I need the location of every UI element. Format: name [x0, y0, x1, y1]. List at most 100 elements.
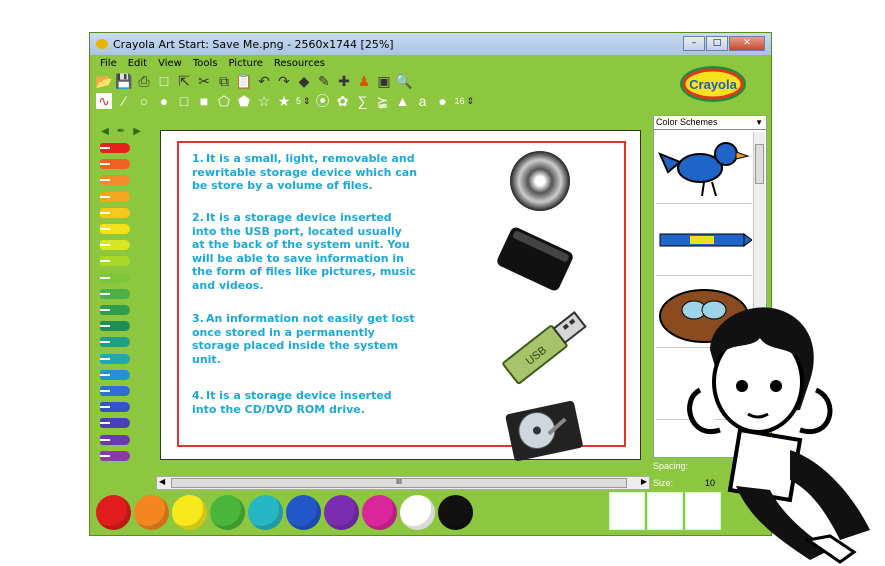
crayon-prev-icon[interactable]: ◀: [101, 126, 109, 137]
paint-color-swatch[interactable]: [172, 495, 207, 530]
select-icon[interactable]: ⇱: [176, 73, 192, 89]
undo-icon[interactable]: ↶: [256, 73, 272, 89]
crayon-swatch[interactable]: [100, 272, 130, 283]
line-icon[interactable]: ∕: [116, 93, 132, 109]
copy-icon[interactable]: ⧉: [216, 73, 232, 89]
crayon-swatch[interactable]: [100, 418, 130, 429]
crayon-swatch[interactable]: [100, 369, 130, 380]
filled-square-icon[interactable]: ■: [196, 93, 212, 109]
crayon-swatch[interactable]: [100, 288, 130, 299]
zigzag-filled-icon[interactable]: ⪶: [375, 93, 391, 109]
stamp-icon[interactable]: ♟: [356, 73, 372, 89]
color-schemes-dropdown[interactable]: Color Schemes ▼: [654, 116, 766, 130]
cut-icon[interactable]: ✂: [196, 73, 212, 89]
redo-icon[interactable]: ↷: [276, 73, 292, 89]
crayola-logo: Crayola: [680, 66, 746, 102]
brush-size-stepper[interactable]: 16 ⇕: [455, 96, 475, 107]
stamp-bluebird[interactable]: [656, 132, 752, 204]
blob-icon[interactable]: ✿: [335, 93, 351, 109]
filled-pentagon-icon[interactable]: ⬟: [236, 93, 252, 109]
brush-size-value: 16: [454, 96, 465, 106]
star-points-value: 5: [296, 96, 302, 106]
title-bar: Crayola Art Start: Save Me.png - 2560x17…: [90, 33, 771, 55]
crayon-swatch[interactable]: [100, 434, 130, 445]
paint-color-swatch[interactable]: [96, 495, 131, 530]
paste-icon[interactable]: 📋: [235, 73, 252, 89]
dropdown-value: Color Schemes: [656, 117, 718, 127]
paint-color-swatch[interactable]: [134, 495, 169, 530]
scroll-left-icon[interactable]: ◀: [159, 477, 165, 486]
paint-color-swatch[interactable]: [438, 495, 473, 530]
usb-flash-drive-image: USB: [502, 311, 587, 385]
crayon-next-icon[interactable]: ▶: [133, 126, 141, 137]
crop-icon[interactable]: ▣: [376, 73, 392, 89]
crosshair-icon[interactable]: ✚: [336, 73, 352, 89]
eraser-icon[interactable]: ◆: [296, 73, 312, 89]
brush-icon: ✒: [116, 125, 126, 137]
vscroll-thumb[interactable]: [755, 144, 764, 184]
paint-color-swatch[interactable]: [362, 495, 397, 530]
star-icon[interactable]: ☆: [256, 93, 272, 109]
maximize-button[interactable]: □: [706, 36, 728, 51]
new-page-icon[interactable]: □: [156, 73, 172, 89]
text-icon[interactable]: a: [415, 93, 431, 109]
paint-color-swatch[interactable]: [210, 495, 245, 530]
canvas-item-3: 3. An information not easily get lost onc…: [192, 312, 418, 366]
menu-view[interactable]: View: [158, 58, 182, 69]
stamp-crayon[interactable]: [656, 204, 753, 276]
crayon-swatch[interactable]: [100, 353, 130, 364]
horizontal-scrollbar[interactable]: ◀ III ▶: [156, 476, 650, 490]
menu-picture[interactable]: Picture: [228, 58, 262, 69]
canvas-item-4: 4. It is a storage device inserted into t…: [192, 389, 418, 416]
freehand-icon[interactable]: ∿: [96, 93, 112, 109]
minimize-button[interactable]: –: [683, 36, 705, 51]
open-folder-icon[interactable]: 📂: [95, 73, 112, 89]
square-icon[interactable]: □: [176, 93, 192, 109]
toolbar-row-1: 📂 💾 ⎙ □ ⇱ ✂ ⧉ 📋 ↶ ↷ ◆ ✎ ✚ ♟ ▣ 🔍: [90, 71, 771, 91]
print-icon[interactable]: ⎙: [136, 73, 152, 89]
lasso-icon[interactable]: ⦿: [315, 93, 331, 109]
zoom-icon[interactable]: 🔍: [395, 73, 412, 89]
menu-edit[interactable]: Edit: [128, 58, 147, 69]
crayon-swatch[interactable]: [100, 386, 130, 396]
item-number: 2.: [192, 211, 204, 224]
scroll-thumb[interactable]: III: [171, 478, 627, 488]
paint-color-swatch[interactable]: [248, 495, 283, 530]
crayon-swatch[interactable]: [100, 256, 130, 267]
paint-color-swatch[interactable]: [324, 495, 359, 530]
crayon-swatch[interactable]: [100, 240, 130, 251]
crayon-swatch[interactable]: [100, 450, 130, 461]
menu-file[interactable]: File: [100, 58, 117, 69]
crayon-swatch[interactable]: [100, 207, 130, 218]
menu-tools[interactable]: Tools: [193, 58, 218, 69]
close-button[interactable]: ✕: [729, 36, 765, 51]
crayon-panel: ◀ ✒ ▶ ▼: [94, 123, 148, 507]
filled-circle-icon[interactable]: ●: [156, 93, 172, 109]
paint-color-swatch[interactable]: [286, 495, 321, 530]
zigzag-icon[interactable]: ∑: [355, 93, 371, 109]
paint-color-swatch[interactable]: [400, 495, 435, 530]
filled-star-icon[interactable]: ★: [276, 93, 292, 109]
external-hdd-image: [497, 227, 573, 291]
canvas-item-2: 2. It is a storage device inserted into t…: [192, 211, 418, 292]
menu-resources[interactable]: Resources: [274, 58, 325, 69]
circle-icon[interactable]: ○: [136, 93, 152, 109]
drawing-canvas[interactable]: 1. It is a small, light, removable and re…: [160, 130, 641, 461]
internal-hdd-image: [505, 400, 583, 461]
crayon-swatch[interactable]: [100, 305, 130, 315]
cartoon-boy-mascot: [687, 307, 870, 564]
crayon-swatch[interactable]: [100, 224, 130, 234]
star-points-stepper[interactable]: 5 ⇕: [296, 96, 311, 107]
save-icon[interactable]: 💾: [115, 73, 132, 89]
crayon-swatch[interactable]: [100, 191, 130, 202]
crayon-swatch[interactable]: [100, 321, 130, 332]
crayon-swatch[interactable]: [100, 402, 130, 413]
crayon-swatch[interactable]: [100, 159, 130, 170]
crayon-swatch[interactable]: [100, 143, 130, 153]
fill-icon[interactable]: ▲: [395, 93, 411, 109]
brush-size-icon[interactable]: ●: [435, 93, 451, 109]
pencil-icon[interactable]: ✎: [316, 73, 332, 89]
crayon-swatch[interactable]: [100, 175, 130, 186]
crayon-swatch[interactable]: [100, 337, 130, 348]
pentagon-icon[interactable]: ⬠: [216, 93, 232, 109]
